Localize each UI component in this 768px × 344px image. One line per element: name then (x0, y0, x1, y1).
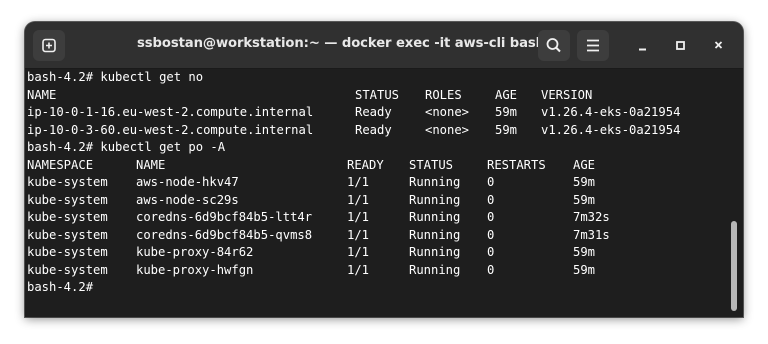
pod-age: 59m (573, 245, 596, 259)
minimize-button[interactable] (628, 30, 658, 61)
column-header: RESTARTS (487, 157, 546, 172)
pod-restarts: 0 (487, 175, 495, 189)
pod-age: 59m (573, 192, 596, 207)
column-header: STATUS (355, 87, 400, 102)
pods-header-row: NAMESPACE NAME READY STATUS RESTARTS AGE (27, 157, 595, 174)
minimize-icon (639, 48, 646, 51)
pod-age: 7m31s (573, 227, 610, 242)
command-line: bash-4.2# kubectl get po -A (27, 140, 226, 154)
column-header: NAME (136, 157, 166, 172)
table-row: ip-10-0-1-16.eu-west-2.compute.internal … (27, 104, 680, 121)
nodes-header-row: NAME STATUS ROLES AGE VERSION (27, 87, 592, 104)
window-title: ssbostan@workstation:~ — docker exec -it… (137, 36, 545, 51)
pod-restarts: 0 (487, 192, 495, 207)
scrollbar[interactable] (731, 221, 737, 311)
pod-restarts: 0 (487, 262, 495, 277)
pod-status: Running (409, 245, 461, 259)
close-icon (714, 41, 723, 49)
pod-status: Running (409, 192, 461, 207)
plus-square-icon (42, 38, 56, 53)
pod-restarts: 0 (487, 227, 495, 242)
node-version: v1.26.4-eks-0a21954 (541, 105, 681, 119)
pod-name: aws-node-sc29s (136, 192, 239, 207)
search-button[interactable] (538, 30, 570, 61)
pod-ready: 1/1 (347, 210, 370, 224)
pod-name: coredns-6d9bcf84b5-qvms8 (136, 227, 313, 242)
title-bar[interactable]: ssbostan@workstation:~ — docker exec -it… (25, 22, 743, 69)
node-name: ip-10-0-3-60.eu-west-2.compute.internal (27, 122, 314, 137)
pod-name: kube-proxy-hwfgn (136, 262, 254, 277)
column-header: NAME (27, 87, 57, 102)
pod-status: Running (409, 262, 461, 277)
pod-namespace: kube-system (27, 175, 108, 189)
pod-status: Running (409, 227, 461, 242)
table-row: ip-10-0-3-60.eu-west-2.compute.internal … (27, 122, 680, 139)
maximize-icon (676, 41, 685, 50)
terminal-output[interactable]: bash-4.2# kubectl get no NAME STATUS ROL… (25, 69, 743, 317)
pod-namespace: kube-system (27, 210, 108, 224)
column-header: NAMESPACE (27, 157, 94, 172)
table-row: kube-system coredns-6d9bcf84b5-ltt4r 1/1… (27, 209, 610, 226)
terminal-window: ssbostan@workstation:~ — docker exec -it… (25, 22, 743, 317)
pod-namespace: kube-system (27, 192, 108, 207)
pod-age: 59m (573, 175, 596, 189)
pod-name: coredns-6d9bcf84b5-ltt4r (136, 210, 313, 224)
node-roles: <none> (425, 105, 470, 119)
pod-namespace: kube-system (27, 245, 108, 259)
node-name: ip-10-0-1-16.eu-west-2.compute.internal (27, 105, 314, 119)
node-status: Ready (355, 105, 392, 119)
new-tab-button[interactable] (33, 30, 65, 61)
pod-name: kube-proxy-84r62 (136, 245, 254, 259)
pod-ready: 1/1 (347, 245, 370, 259)
column-header: READY (347, 157, 384, 172)
table-row: kube-system kube-proxy-hwfgn 1/1 Running… (27, 262, 595, 279)
pod-age: 7m32s (573, 210, 610, 224)
pod-ready: 1/1 (347, 227, 370, 242)
table-row: kube-system kube-proxy-84r62 1/1 Running… (27, 244, 595, 261)
pod-name: aws-node-hkv47 (136, 175, 239, 189)
pod-ready: 1/1 (347, 262, 370, 277)
pod-status: Running (409, 175, 461, 189)
table-row: kube-system aws-node-sc29s 1/1 Running 0… (27, 192, 595, 209)
column-header: ROLES (425, 87, 462, 102)
node-status: Ready (355, 122, 392, 137)
pod-restarts: 0 (487, 210, 495, 224)
table-row: kube-system aws-node-hkv47 1/1 Running 0… (27, 174, 595, 191)
maximize-button[interactable] (666, 30, 696, 61)
hamburger-menu-icon (587, 39, 599, 52)
shell-prompt[interactable]: bash-4.2# (27, 279, 100, 296)
command-line: bash-4.2# kubectl get no (27, 70, 204, 84)
column-header: AGE (495, 87, 518, 102)
table-row: kube-system coredns-6d9bcf84b5-qvms8 1/1… (27, 227, 610, 244)
pod-namespace: kube-system (27, 262, 108, 277)
search-icon (546, 38, 561, 53)
pod-restarts: 0 (487, 245, 495, 259)
column-header: VERSION (541, 87, 593, 102)
pod-ready: 1/1 (347, 175, 370, 189)
pod-ready: 1/1 (347, 192, 370, 207)
pod-namespace: kube-system (27, 227, 108, 242)
node-version: v1.26.4-eks-0a21954 (541, 122, 681, 137)
menu-button[interactable] (577, 30, 609, 61)
close-button[interactable] (704, 30, 734, 61)
node-age: 59m (495, 105, 518, 119)
pod-age: 59m (573, 262, 596, 277)
column-header: AGE (573, 157, 596, 172)
column-header: STATUS (409, 157, 454, 172)
node-age: 59m (495, 122, 518, 137)
pod-status: Running (409, 210, 461, 224)
node-roles: <none> (425, 122, 470, 137)
